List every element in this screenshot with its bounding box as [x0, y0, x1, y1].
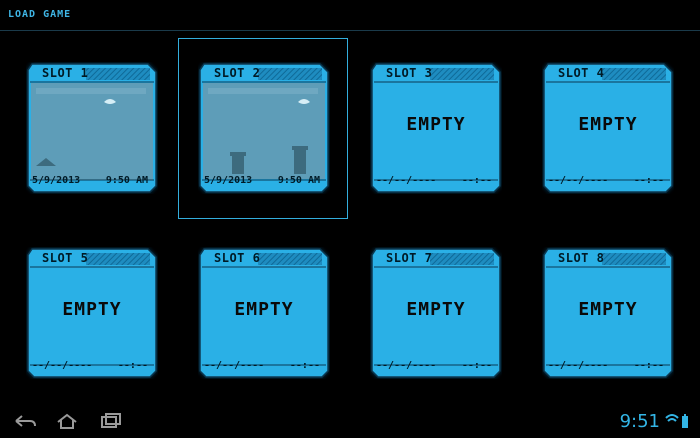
- slot-time: --:--: [289, 360, 320, 371]
- save-slot-2[interactable]: SLOT 2 5/9/2013 9:50 AM: [198, 62, 330, 194]
- slot-date: --/--/----: [32, 360, 93, 371]
- slot-date: 5/9/2013: [204, 175, 253, 186]
- slot-time: --:--: [461, 360, 492, 371]
- save-slot-3[interactable]: SLOT 3 EMPTY --/--/---- --:--: [370, 62, 502, 194]
- recent-apps-icon[interactable]: [96, 411, 126, 433]
- slot-label: SLOT 6: [214, 251, 261, 265]
- slot-label: SLOT 7: [386, 251, 433, 265]
- back-icon[interactable]: [10, 411, 40, 433]
- save-slot-7[interactable]: SLOT 7 EMPTY --/--/---- --:--: [370, 247, 502, 379]
- save-slot-4[interactable]: SLOT 4 EMPTY --/--/---- --:--: [542, 62, 674, 194]
- slot-label: SLOT 5: [42, 251, 89, 265]
- slot-label: SLOT 8: [558, 251, 605, 265]
- slot-time: 9:50 AM: [105, 175, 148, 186]
- empty-label: EMPTY: [578, 114, 638, 135]
- page-title: LOAD GAME: [8, 9, 72, 20]
- save-slot-5[interactable]: SLOT 5 EMPTY --/--/---- --:--: [26, 247, 158, 379]
- slot-time: 9:50 AM: [277, 175, 320, 186]
- slot-date: --/--/----: [548, 360, 609, 371]
- slot-time: --:--: [117, 360, 148, 371]
- slot-label: SLOT 1: [42, 66, 89, 80]
- slot-date: --/--/----: [376, 360, 437, 371]
- save-slot-6[interactable]: SLOT 6 EMPTY --/--/---- --:--: [198, 247, 330, 379]
- slot-date: 5/9/2013: [32, 175, 81, 186]
- slot-time: --:--: [633, 360, 664, 371]
- slot-label: SLOT 3: [386, 66, 433, 80]
- save-slot-8[interactable]: SLOT 8 EMPTY --/--/---- --:--: [542, 247, 674, 379]
- slot-date: --/--/----: [548, 175, 609, 186]
- wifi-battery-icon: [665, 414, 688, 428]
- slot-label: SLOT 4: [558, 66, 605, 80]
- slot-date: --/--/----: [204, 360, 265, 371]
- empty-label: EMPTY: [578, 299, 638, 320]
- slot-label: SLOT 2: [214, 66, 261, 80]
- system-nav-bar: [0, 405, 700, 438]
- status-clock: 9:51: [619, 411, 660, 432]
- slot-time: --:--: [633, 175, 664, 186]
- save-slot-1[interactable]: SLOT 1 5/9/2013 9:50 AM: [26, 62, 158, 194]
- slot-date: --/--/----: [376, 175, 437, 186]
- empty-label: EMPTY: [406, 114, 466, 135]
- empty-label: EMPTY: [234, 299, 294, 320]
- title-bar: LOAD GAME: [0, 0, 700, 31]
- slot-time: --:--: [461, 175, 492, 186]
- empty-label: EMPTY: [406, 299, 466, 320]
- home-icon[interactable]: [52, 411, 82, 433]
- empty-label: EMPTY: [62, 299, 122, 320]
